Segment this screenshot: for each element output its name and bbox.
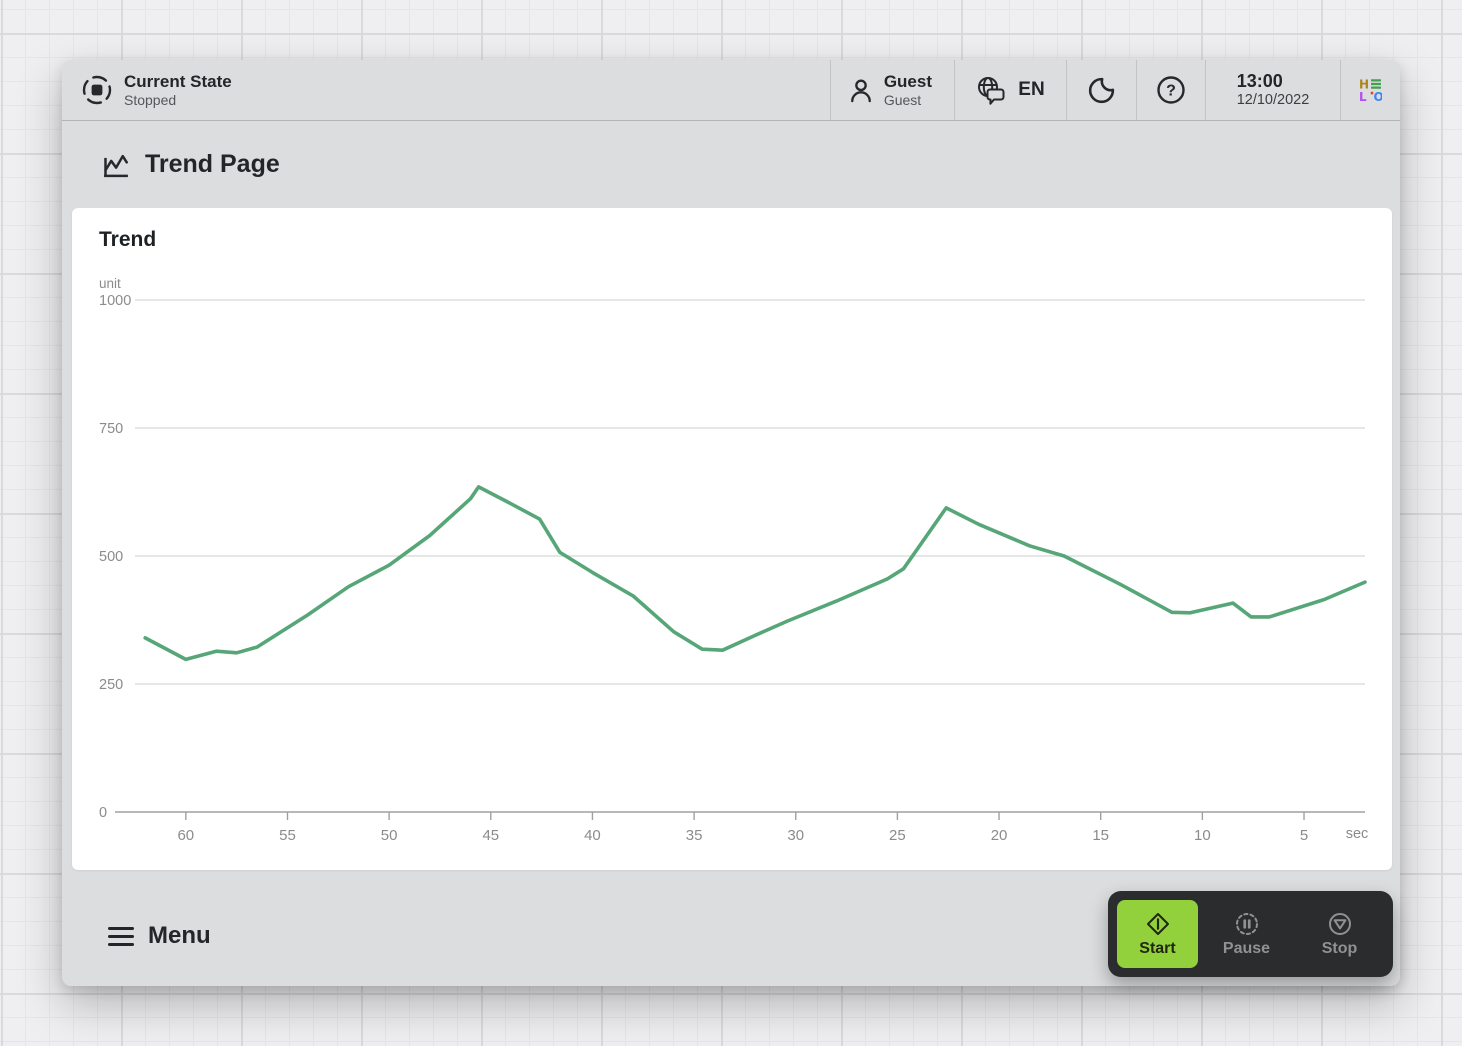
current-state-label: Current State bbox=[124, 72, 232, 92]
svg-text:0: 0 bbox=[99, 805, 107, 821]
language-selector[interactable]: EN bbox=[954, 60, 1066, 120]
svg-text:30: 30 bbox=[787, 827, 804, 844]
svg-text:250: 250 bbox=[99, 677, 123, 693]
svg-text:35: 35 bbox=[686, 827, 703, 844]
clock-time: 13:00 bbox=[1236, 70, 1283, 91]
svg-text:H: H bbox=[1359, 78, 1369, 92]
globe-language-icon bbox=[978, 77, 1005, 105]
user-name: Guest bbox=[883, 72, 932, 92]
user-menu[interactable]: Guest Guest bbox=[829, 60, 954, 120]
svg-text:60: 60 bbox=[177, 827, 194, 844]
svg-text:55: 55 bbox=[279, 827, 296, 844]
svg-text:unit: unit bbox=[99, 276, 121, 291]
svg-text:sec: sec bbox=[1346, 826, 1369, 842]
help-button[interactable]: ? bbox=[1136, 60, 1205, 120]
svg-text:25: 25 bbox=[889, 827, 906, 844]
page-header: Trend Page bbox=[62, 121, 1400, 208]
user-icon bbox=[850, 79, 871, 103]
clock: 13:00 12/10/2022 bbox=[1205, 60, 1340, 120]
start-button[interactable]: Start bbox=[1117, 900, 1198, 968]
user-role: Guest bbox=[883, 91, 922, 108]
pause-button[interactable]: Pause bbox=[1198, 900, 1295, 968]
pause-icon bbox=[1235, 912, 1258, 935]
current-state-indicator: Current State Stopped bbox=[62, 60, 232, 120]
top-bar: Current State Stopped Guest Guest EN ? 1… bbox=[62, 60, 1400, 121]
page-title: Trend Page bbox=[145, 150, 280, 178]
svg-text:L: L bbox=[1359, 90, 1367, 104]
language-code: EN bbox=[1018, 79, 1045, 100]
clock-date: 12/10/2022 bbox=[1236, 92, 1310, 109]
question-mark-glyph: ? bbox=[1166, 83, 1176, 100]
trend-chart: 0 250 500 750 1000 unit 60 55 50 45 40 35 30 25 20 15 10… bbox=[99, 276, 1369, 844]
trend-page-icon bbox=[104, 154, 128, 178]
svg-text:500: 500 bbox=[99, 549, 123, 565]
start-icon bbox=[1146, 912, 1169, 935]
start-label: Start bbox=[1139, 939, 1176, 957]
stop-label: Stop bbox=[1321, 939, 1358, 957]
svg-text:5: 5 bbox=[1300, 827, 1308, 844]
hamburger-icon bbox=[108, 926, 134, 946]
svg-text:10: 10 bbox=[1194, 827, 1211, 844]
dark-mode-toggle[interactable] bbox=[1066, 60, 1136, 120]
pause-label: Pause bbox=[1222, 939, 1271, 957]
moon-icon bbox=[1088, 77, 1115, 103]
helio-logo: H L O bbox=[1340, 60, 1400, 120]
svg-text:15: 15 bbox=[1092, 827, 1109, 844]
stop-icon bbox=[1328, 912, 1351, 935]
top-bar-right: Guest Guest EN ? 13:00 12/10/2022 H L bbox=[829, 60, 1400, 120]
svg-text:20: 20 bbox=[991, 827, 1008, 844]
svg-text:50: 50 bbox=[381, 827, 398, 844]
helio-logo-icon: H L O bbox=[1359, 78, 1383, 105]
trend-card: Trend 0 250 500 750 1000 unit 60 55 50 45 40 35 30 25… bbox=[72, 208, 1392, 870]
svg-text:750: 750 bbox=[99, 421, 123, 437]
current-state-value: Stopped bbox=[124, 91, 177, 108]
app-window: Current State Stopped Guest Guest EN ? 1… bbox=[62, 60, 1400, 986]
menu-button[interactable]: Menu bbox=[108, 922, 211, 950]
machine-controls-panel: Start Pause Stop bbox=[1108, 891, 1393, 977]
svg-text:40: 40 bbox=[584, 827, 601, 844]
menu-label: Menu bbox=[148, 922, 211, 949]
help-icon: ? bbox=[1157, 76, 1185, 104]
svg-text:O: O bbox=[1374, 90, 1383, 104]
bottom-bar: Menu Start Pause Stop bbox=[62, 870, 1400, 986]
svg-text:1000: 1000 bbox=[99, 293, 131, 309]
stopped-state-icon bbox=[82, 75, 112, 105]
svg-text:45: 45 bbox=[482, 827, 499, 844]
stop-button[interactable]: Stop bbox=[1295, 900, 1384, 968]
